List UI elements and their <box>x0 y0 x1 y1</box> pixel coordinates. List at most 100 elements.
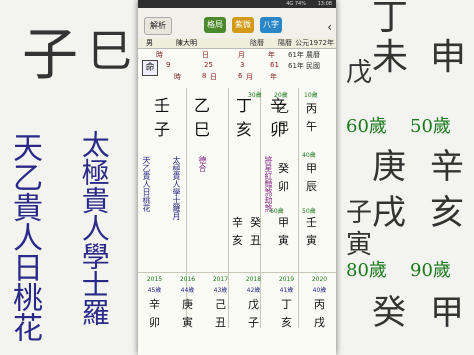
phone-screen: 4G 74% 13:08 解析 格局 紫微 八字 ‹ 公元1972年 陽曆 陰曆… <box>138 0 336 355</box>
luck-row3-branch-2: 丑 <box>250 234 261 247</box>
annual-branch: 戌 <box>314 316 325 329</box>
info-value-nongli: 61年 <box>288 51 304 59</box>
bg-right-col-2: 子 <box>346 198 373 228</box>
info-value-hour: 9 <box>166 61 171 69</box>
profile-lunar: 陰曆 <box>250 39 264 47</box>
annual-year: 2016 <box>179 276 196 283</box>
pillar-month-branch: 亥 <box>236 120 253 139</box>
app-bar: 解析 格局 紫微 八字 ‹ <box>138 8 336 39</box>
luck-stem-3: 甲 <box>306 162 317 175</box>
luck-branch-1: 午 <box>306 120 317 133</box>
info-label-minguo: 民國 <box>306 62 320 70</box>
bg-right-char-3: 戌 <box>372 193 406 233</box>
bg-right-age-1: 60歲 <box>346 116 387 137</box>
ming-badge: 命 <box>142 60 158 76</box>
luck-branch-5: 寅 <box>306 234 317 247</box>
bg-right-col-3: 寅 <box>346 230 373 260</box>
luck-age-1: 10歲 <box>304 92 318 99</box>
pillar-hour-stem: 壬 <box>154 96 171 115</box>
bg-right-char-6: 癸 <box>372 293 406 333</box>
birth-info-grid: 時 日 月 年 農曆 61年 9 25 3 61 民國 61年 時 8 日 6 … <box>138 48 336 88</box>
profile-year: 公元1972年 <box>295 39 334 47</box>
bg-right-top-1: 丁 <box>372 0 409 38</box>
separator <box>138 272 336 273</box>
bg-right-bottom-2: 90歲 <box>410 260 451 281</box>
luck-row3-branch-3: 亥 <box>232 234 243 247</box>
annual-year: 2018 <box>245 276 262 283</box>
info-day-unit: 日 <box>210 73 217 81</box>
luck-row3-stem-1: 甲 <box>278 216 289 229</box>
profile-gender: 男 <box>146 39 153 47</box>
info-day-value: 8 <box>202 72 207 80</box>
stars-month: 德合 <box>198 156 207 172</box>
annual-branch: 亥 <box>281 316 292 329</box>
info-month-value: 6 <box>238 72 243 80</box>
pillar-day-stem: 乙 <box>194 96 211 115</box>
annual-age: 40歲 <box>312 287 327 294</box>
info-label-month: 月 <box>238 51 245 59</box>
annual-year: 2015 <box>146 276 163 283</box>
analysis-button[interactable]: 解析 <box>144 17 172 35</box>
annual-year: 2019 <box>278 276 295 283</box>
luck-age-2: 20歲 <box>274 92 288 99</box>
stars-day: 太極貴人學士羅月 <box>172 156 181 220</box>
info-label-nongli: 農曆 <box>306 51 320 59</box>
info-value-minguo: 61年 <box>288 62 304 70</box>
annual-stem: 戊 <box>248 298 259 311</box>
bazi-icon[interactable]: 八字 <box>260 17 282 33</box>
profile-name: 陳大明 <box>176 39 197 47</box>
annual-branch: 丑 <box>215 316 226 329</box>
bg-left-char-2: 巳 <box>88 26 132 77</box>
info-year-unit: 年 <box>270 73 277 81</box>
chevron-left-icon[interactable]: ‹ <box>327 20 332 34</box>
bg-right-char-5: 甲 <box>430 293 464 333</box>
bg-left-col-1: 天乙貴人日桃花 <box>7 132 42 342</box>
bg-right-age-2: 50歲 <box>410 116 451 137</box>
luck-stem-5: 壬 <box>306 216 317 229</box>
status-time: 13:08 <box>317 1 332 7</box>
luck-branch-3: 辰 <box>306 180 317 193</box>
signal-indicator: 4G 74% <box>286 1 306 7</box>
status-bar: 4G 74% 13:08 <box>138 0 336 8</box>
bg-right-top-3: 申 <box>430 37 467 78</box>
info-value-year: 61 <box>270 61 279 69</box>
annual-branch: 子 <box>248 316 259 329</box>
bg-right-col-1: 戊 <box>346 58 373 88</box>
pattern-icon[interactable]: 格局 <box>204 17 226 33</box>
annual-branch: 卯 <box>149 316 160 329</box>
annual-stem: 辛 <box>149 298 160 311</box>
bg-left-char-1: 子 <box>22 23 78 88</box>
info-hour-unit: 時 <box>174 73 181 81</box>
luck-age-3: 30歲 <box>248 92 262 99</box>
info-value-month: 3 <box>240 61 245 69</box>
info-value-day: 25 <box>204 61 213 69</box>
bg-right-char-4: 亥 <box>430 193 464 233</box>
bg-right-char-1: 辛 <box>430 147 464 187</box>
info-label-hour: 時 <box>156 51 163 59</box>
luck-age-4: 40歲 <box>302 152 316 159</box>
luck-stem-4: 癸 <box>278 162 289 175</box>
bg-left-col-2: 太極貴人學士羅 <box>77 130 111 326</box>
luck-branch-2: 巳 <box>278 120 289 133</box>
bg-right-char-2: 庚 <box>372 147 406 187</box>
info-label-year: 年 <box>268 51 275 59</box>
annual-stem: 丁 <box>281 298 292 311</box>
stars-hour: 天乙貴人日桃花 <box>142 156 151 212</box>
annual-age: 42歲 <box>246 287 261 294</box>
annual-year: 2020 <box>311 276 328 283</box>
luck-row3-stem-3: 辛 <box>232 216 243 229</box>
annual-branch: 寅 <box>182 316 193 329</box>
annual-stem: 己 <box>215 298 226 311</box>
annual-age: 41歲 <box>279 287 294 294</box>
annual-age: 43歲 <box>213 287 228 294</box>
annual-year: 2017 <box>212 276 229 283</box>
annual-stem: 丙 <box>314 298 325 311</box>
bg-right-top-2: 未 <box>372 37 409 78</box>
info-month-unit: 月 <box>246 73 253 81</box>
annual-stem: 庚 <box>182 298 193 311</box>
luck-branch-4: 卯 <box>278 180 289 193</box>
profile-type: 陽曆 <box>278 39 292 47</box>
ziwei-icon[interactable]: 紫微 <box>232 17 254 33</box>
pillar-hour-branch: 子 <box>154 120 171 139</box>
annual-age: 44歲 <box>180 287 195 294</box>
